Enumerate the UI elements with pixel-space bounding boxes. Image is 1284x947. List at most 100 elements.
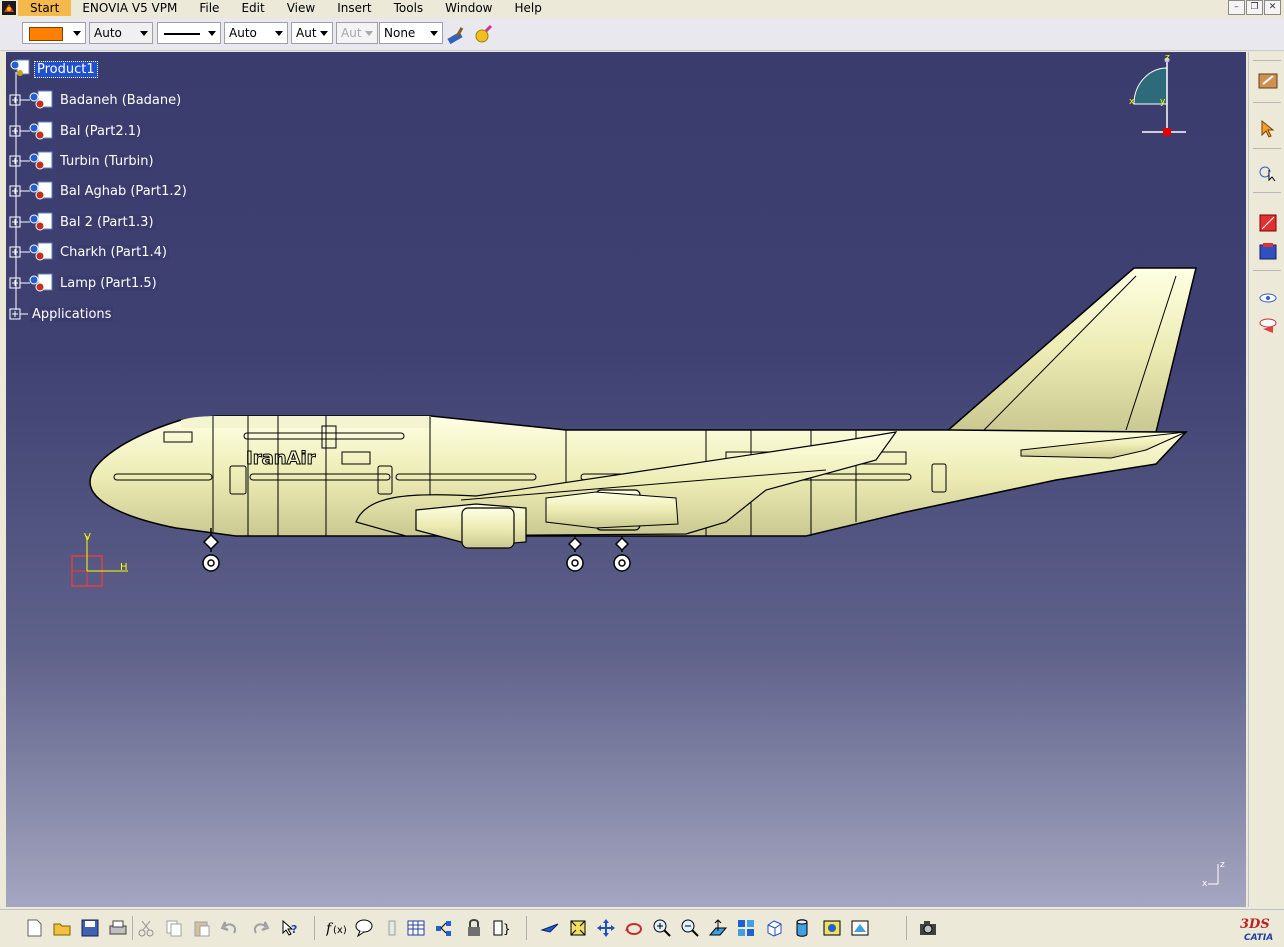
thickness2-dropdown[interactable]: Aut [291,22,333,44]
close-button[interactable]: ✕ [1264,0,1281,15]
color-dropdown[interactable] [22,22,86,44]
chevron-down-icon [430,31,438,36]
copy-icon[interactable] [164,918,184,938]
toolbar-separator [1253,60,1281,61]
workbench-icon[interactable] [1257,70,1279,92]
fit-all-icon[interactable] [568,918,588,938]
design-table-icon[interactable] [406,918,426,938]
corner-axis-z-label: z [1220,860,1225,870]
3d-viewport[interactable]: Product1 Badaneh (Badane) Bal (Part2.1) [6,52,1246,907]
catia-logo: 3DS CATIA [1236,912,1280,944]
toolbar-separator [1253,270,1281,271]
toolbar-separator [1253,192,1281,193]
rotate-icon[interactable] [624,918,644,938]
linetype-dropdown[interactable] [157,22,221,44]
paste-icon[interactable] [192,918,212,938]
chevron-down-icon [208,31,216,36]
solid-line-icon [164,33,200,35]
capture-camera-icon[interactable] [918,918,938,938]
menu-tools[interactable]: Tools [383,0,435,16]
shading-icon[interactable] [792,918,812,938]
apply-material-icon[interactable] [472,23,494,45]
rendering-dropdown[interactable]: None [379,22,443,44]
thickness3-dropdown[interactable]: Aut [336,22,378,44]
sketch-icon[interactable] [1257,212,1279,234]
chevron-down-icon [320,31,328,36]
normal-view-icon[interactable] [708,918,728,938]
corner-axis-x-label: x [1202,879,1208,889]
hide-show-icon[interactable] [822,918,842,938]
hide-show-icon[interactable] [1257,288,1279,310]
corner-axis-icon: z x [1202,860,1225,889]
thickness2-value: Aut [296,26,317,40]
formula-icon[interactable]: f (x) [326,918,346,938]
color-swatch [29,27,63,41]
airplane-model[interactable]: IranAir [6,52,1246,612]
axis-h-label: H [120,562,128,573]
select-arrow-icon[interactable] [1257,118,1279,140]
rendering-value: None [384,26,416,40]
save-icon[interactable] [80,918,100,938]
toolbar-separator [1253,148,1281,149]
menu-view[interactable]: View [276,0,326,16]
chevron-down-icon [73,31,81,36]
axis-system-icon[interactable]: V H [68,530,138,592]
toolbar-separator [314,916,315,940]
fly-mode-icon[interactable] [540,918,560,938]
minimize-button[interactable]: – [1228,0,1245,15]
macro-icon[interactable]: } [492,918,512,938]
knowledge-icon[interactable] [382,918,402,938]
livery-text: IranAir [246,448,316,469]
graphic-properties-toolbar: Auto Auto Aut Aut None [0,18,1284,51]
right-toolbar [1248,52,1284,907]
iso-view-icon[interactable] [764,918,784,938]
toolbar-separator [526,916,527,940]
menu-window[interactable]: Window [434,0,503,16]
multi-view-icon[interactable] [736,918,756,938]
catia-logo-mark: 3DS [1240,917,1270,932]
restore-button[interactable]: ❐ [1246,0,1263,15]
new-document-icon[interactable] [24,918,44,938]
thickness-value: Auto [229,26,257,40]
svg-text:?: ? [291,923,297,936]
zoom-in-icon[interactable] [652,918,672,938]
chevron-down-icon [140,31,148,36]
layer-dropdown[interactable]: Auto [89,22,153,44]
cut-icon[interactable] [136,918,156,938]
lock-icon[interactable] [464,918,484,938]
menu-edit[interactable]: Edit [230,0,275,16]
layer-value: Auto [94,26,122,40]
menu-start[interactable]: Start [18,0,72,16]
open-folder-icon[interactable] [52,918,72,938]
comment-icon[interactable] [354,918,374,938]
swap-visible-space-icon[interactable] [1257,314,1279,336]
catalog-icon[interactable] [434,918,454,938]
chevron-down-icon [365,31,373,36]
thickness-dropdown[interactable]: Auto [224,22,288,44]
painter-icon[interactable] [446,23,468,45]
thickness3-value: Aut [341,26,362,40]
pan-icon[interactable] [596,918,616,938]
svg-text:(x): (x) [333,925,346,936]
toolbar-separator [906,916,907,940]
snap-icon[interactable] [1257,162,1279,184]
material-library-icon[interactable] [1257,240,1279,262]
print-icon[interactable] [108,918,128,938]
catia-app-icon[interactable] [0,0,18,16]
axis-v-label: V [84,532,91,543]
redo-icon[interactable] [250,918,270,938]
standard-toolbar: ? f (x) } 3DS CATIA [0,909,1284,945]
menu-bar: Start ENOVIA V5 VPM File Edit View Inser… [0,0,1284,16]
undo-icon[interactable] [220,918,240,938]
swap-visible-space-icon[interactable] [850,918,870,938]
toolbar-separator [132,916,133,940]
menu-insert[interactable]: Insert [326,0,382,16]
zoom-out-icon[interactable] [680,918,700,938]
toolbar-separator [1253,102,1281,103]
catia-logo-text: CATIA [1244,933,1273,943]
menu-enovia[interactable]: ENOVIA V5 VPM [71,0,188,16]
menu-file[interactable]: File [188,0,230,16]
menu-help[interactable]: Help [504,0,553,16]
whats-this-icon[interactable]: ? [280,918,300,938]
svg-text:}: } [503,922,511,936]
